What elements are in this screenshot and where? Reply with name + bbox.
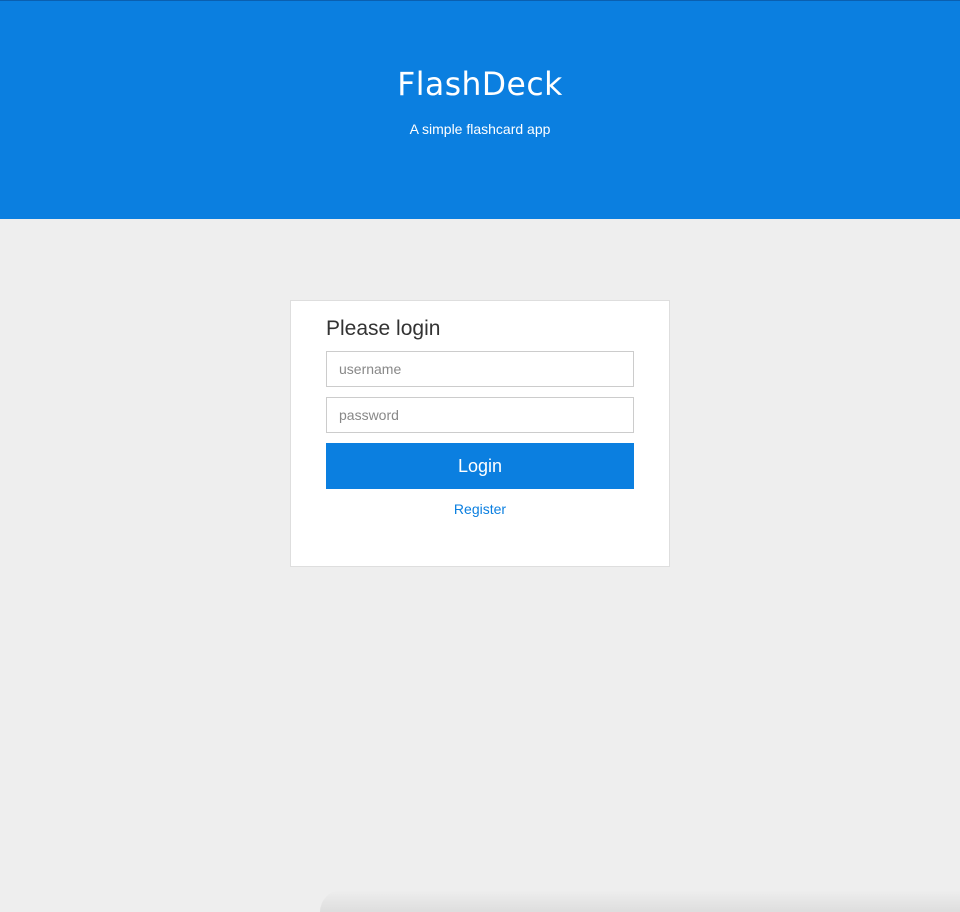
login-button[interactable]: Login [326,443,634,489]
tagline: A simple flashcard app [409,121,551,137]
bottom-shadow [320,890,960,912]
password-input[interactable] [326,397,634,433]
register-link[interactable]: Register [291,501,669,517]
login-title: Please login [326,317,441,340]
hero-banner: FlashDeck A simple flashcard app [0,0,960,219]
login-card: Please login Login Register [290,300,670,567]
page: FlashDeck A simple flashcard app Please … [0,0,960,912]
brand-logo: FlashDeck [397,65,563,103]
username-input[interactable] [326,351,634,387]
